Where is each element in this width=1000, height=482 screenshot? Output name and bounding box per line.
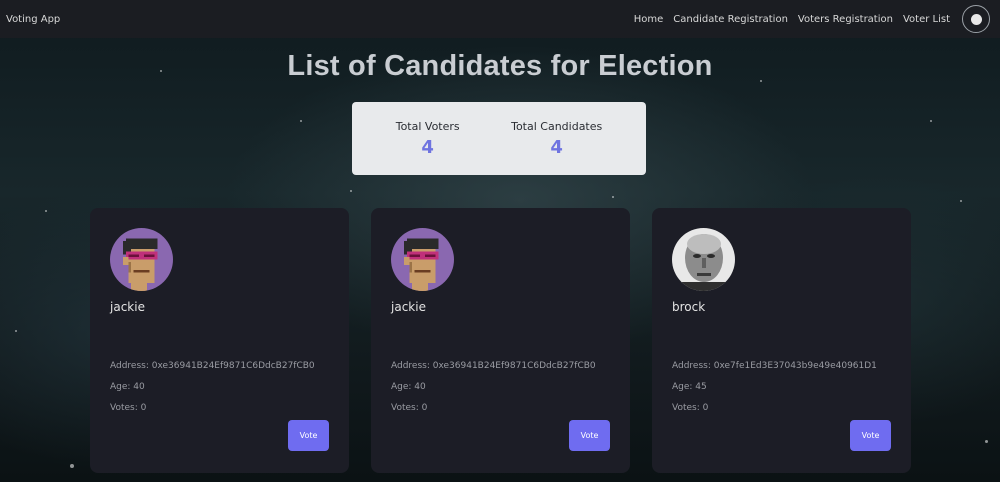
stat-total-voters: Total Voters 4: [396, 120, 460, 158]
candidate-address: Address: 0xe36941B24Ef9871C6DdcB27fCB0: [391, 361, 596, 371]
candidate-votes: Votes: 0: [391, 403, 428, 413]
vote-button[interactable]: Vote: [850, 420, 891, 451]
candidate-list: jackie Address: 0xe36941B24Ef9871C6DdcB2…: [90, 208, 911, 473]
candidate-address: Address: 0xe7fe1Ed3E37043b9e49e40961D1: [672, 361, 877, 371]
stat-label: Total Candidates: [511, 119, 603, 133]
stat-total-candidates: Total Candidates 4: [511, 120, 602, 158]
profile-button[interactable]: [962, 5, 990, 33]
stats-panel: Total Voters 4 Total Candidates 4: [352, 102, 646, 175]
nav-voters-registration[interactable]: Voters Registration: [798, 14, 893, 25]
stat-value: 4: [550, 136, 563, 158]
pixel-punk-avatar: [391, 228, 454, 291]
page-title: List of Candidates for Election: [287, 50, 713, 82]
brand-logo[interactable]: Voting App: [6, 14, 60, 25]
candidate-card: jackie Address: 0xe36941B24Ef9871C6DdcB2…: [371, 208, 630, 473]
candidate-votes: Votes: 0: [672, 403, 709, 413]
candidate-votes: Votes: 0: [110, 403, 147, 413]
candidate-name: brock: [672, 300, 706, 314]
pixel-punk-avatar: [110, 228, 173, 291]
stat-label: Total Voters: [395, 119, 460, 133]
nav-candidate-registration[interactable]: Candidate Registration: [673, 14, 788, 25]
stat-value: 4: [421, 136, 434, 158]
candidate-name: jackie: [391, 300, 426, 314]
vote-button[interactable]: Vote: [569, 420, 610, 451]
candidate-card: jackie Address: 0xe36941B24Ef9871C6DdcB2…: [90, 208, 349, 473]
vote-button[interactable]: Vote: [288, 420, 329, 451]
nav-voter-list[interactable]: Voter List: [903, 14, 950, 25]
candidate-age: Age: 40: [110, 382, 145, 392]
candidate-age: Age: 40: [391, 382, 426, 392]
candidate-age: Age: 45: [672, 382, 707, 392]
candidate-address: Address: 0xe36941B24Ef9871C6DdcB27fCB0: [110, 361, 315, 371]
grayscale-portrait-avatar: [672, 228, 735, 291]
nav-home[interactable]: Home: [634, 14, 664, 25]
nav-links: Home Candidate Registration Voters Regis…: [634, 5, 990, 33]
navbar: Voting App Home Candidate Registration V…: [0, 0, 1000, 38]
candidate-card: brock Address: 0xe7fe1Ed3E37043b9e49e409…: [652, 208, 911, 473]
profile-icon: [970, 13, 982, 25]
candidate-name: jackie: [110, 300, 145, 314]
